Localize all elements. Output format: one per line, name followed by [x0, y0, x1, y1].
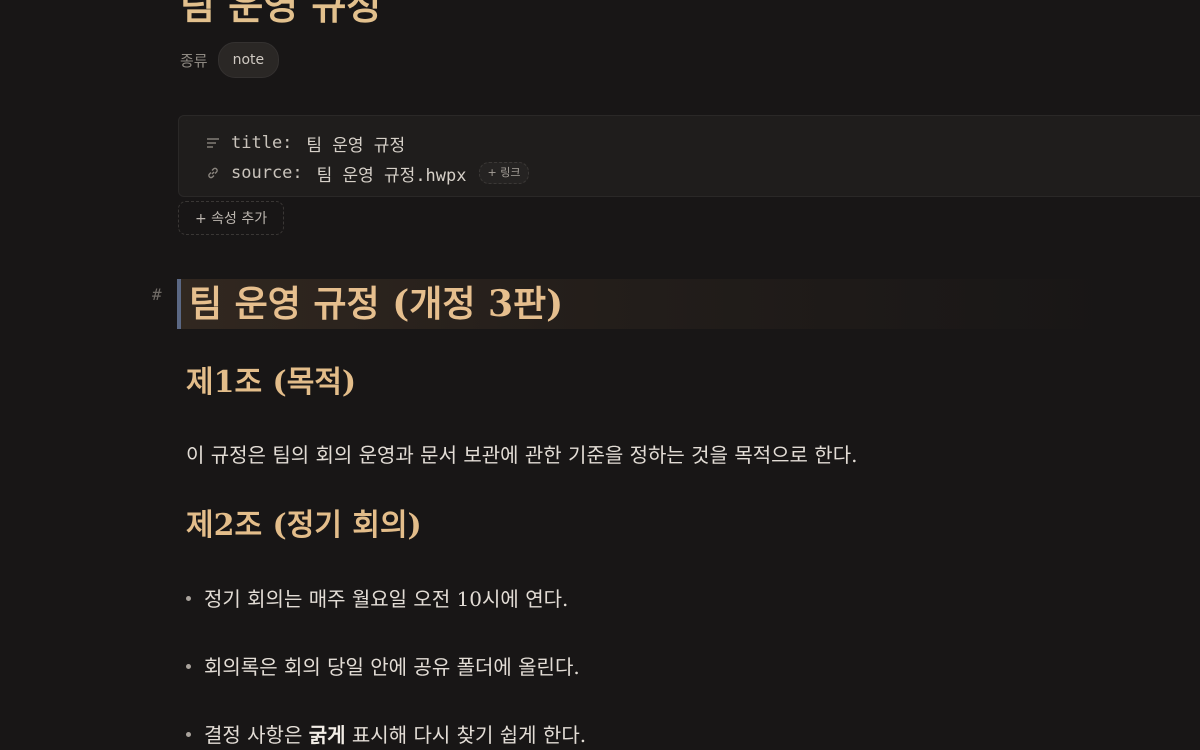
type-chip[interactable]: note — [217, 42, 280, 78]
article2-heading[interactable]: 제2조 (정기 회의) — [186, 506, 422, 546]
list-item-text: 회의록은 회의 당일 안에 공유 폴더에 올린다. — [204, 655, 580, 679]
bold-text: 굵게 — [308, 723, 346, 747]
list-item[interactable]: 정기 회의는 매주 월요일 오전 10시에 연다. — [186, 584, 568, 614]
bullet-dot — [186, 596, 191, 601]
link-icon — [205, 165, 221, 181]
text-lines-icon — [205, 135, 221, 151]
list-item[interactable]: 회의록은 회의 당일 안에 공유 폴더에 올린다. — [186, 652, 580, 682]
list-item-text: 정기 회의는 매주 월요일 오전 10시에 연다. — [204, 587, 569, 611]
add-property-button[interactable]: + 속성 추가 — [178, 201, 285, 235]
heading-marker: # — [152, 285, 162, 304]
properties-panel: title: 팀 운영 규정 source: 팀 운영 규정.hwpx + 링크 — [178, 115, 1200, 197]
property-value[interactable]: 팀 운영 규정 — [306, 131, 405, 156]
bullet-dot — [186, 664, 191, 669]
property-key: title: — [231, 133, 293, 153]
type-label: 종류 — [180, 51, 208, 70]
add-link-button[interactable]: + 링크 — [478, 162, 530, 184]
document-heading[interactable]: 팀 운영 규정 (개정 3판) — [189, 279, 563, 329]
property-title[interactable]: title: 팀 운영 규정 — [205, 130, 405, 156]
property-value[interactable]: 팀 운영 규정.hwpx — [317, 161, 467, 186]
list-item-text: 결정 사항은 — [204, 723, 309, 747]
article1-body[interactable]: 이 규정은 팀의 회의 운영과 문서 보관에 관한 기준을 정하는 것을 목적으… — [186, 440, 857, 470]
h1-block: 팀 운영 규정 (개정 3판) — [177, 279, 1117, 329]
bullet-dot — [186, 732, 191, 737]
list-item-text: 표시해 다시 찾기 쉽게 한다. — [345, 723, 587, 747]
property-source[interactable]: source: 팀 운영 규정.hwpx + 링크 — [205, 160, 530, 186]
type-row: 종류 note — [180, 42, 280, 78]
article1-heading[interactable]: 제1조 (목적) — [186, 363, 356, 403]
note-title[interactable]: 팀 운영 규정 — [180, 0, 381, 34]
property-key: source: — [231, 163, 303, 183]
list-item[interactable]: 결정 사항은 굵게 표시해 다시 찾기 쉽게 한다. — [186, 720, 586, 750]
